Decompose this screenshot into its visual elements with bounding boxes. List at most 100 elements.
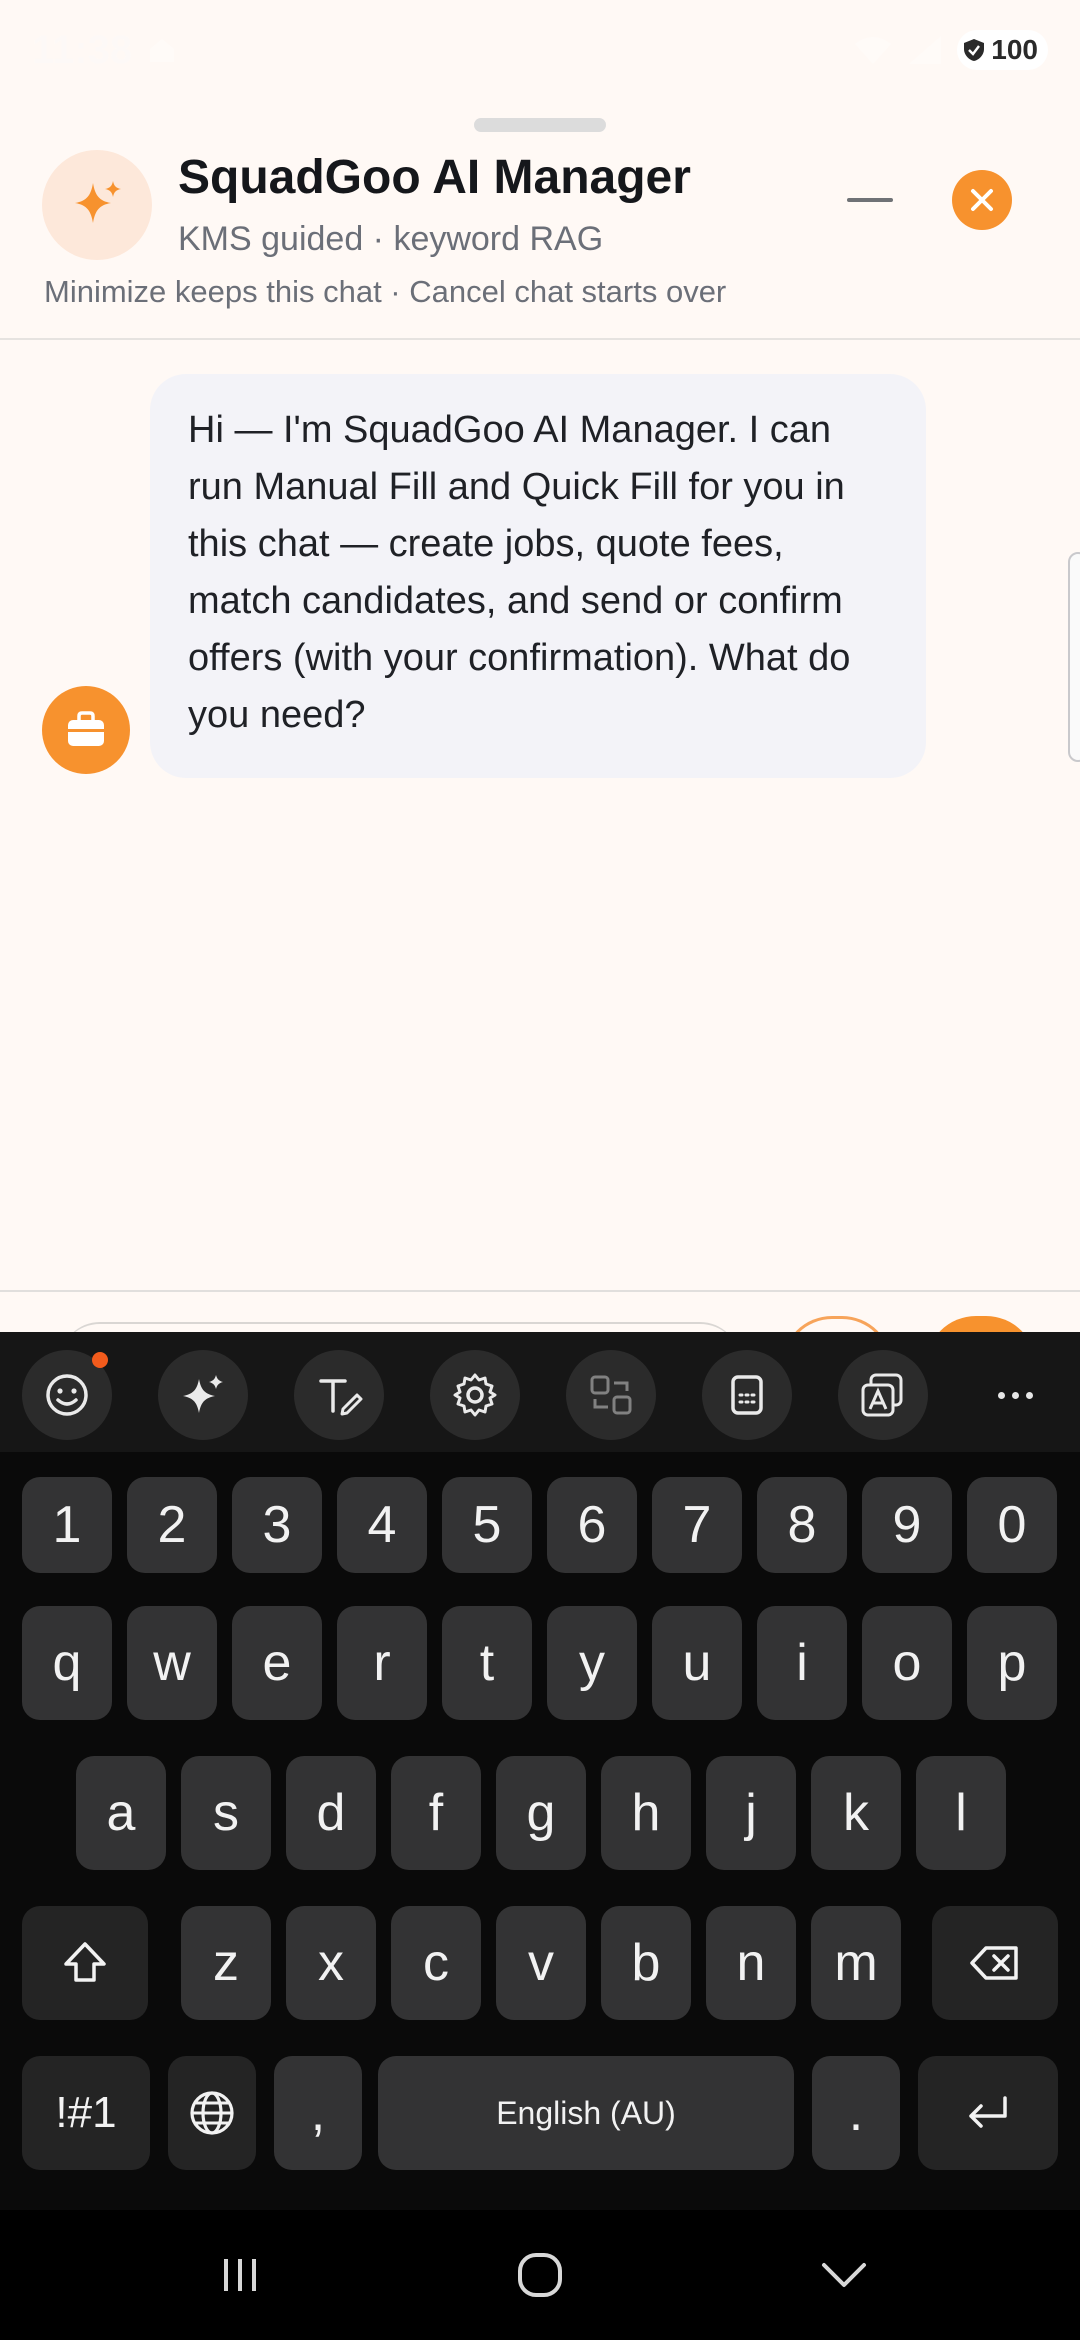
key-b[interactable]: b bbox=[601, 1906, 691, 2020]
close-icon bbox=[971, 189, 993, 211]
shift-key[interactable] bbox=[22, 1906, 148, 2020]
key-9[interactable]: 9 bbox=[862, 1477, 952, 1573]
text-recognition-icon bbox=[861, 1373, 903, 1417]
minimize-button[interactable] bbox=[840, 170, 900, 230]
key-m[interactable]: m bbox=[811, 1906, 901, 2020]
key-n[interactable]: n bbox=[706, 1906, 796, 2020]
key-g[interactable]: g bbox=[496, 1756, 586, 1870]
key-6[interactable]: 6 bbox=[547, 1477, 637, 1573]
key-r[interactable]: r bbox=[337, 1606, 427, 1720]
key-h[interactable]: h bbox=[601, 1756, 691, 1870]
back-button[interactable] bbox=[804, 2240, 884, 2310]
translate-button[interactable] bbox=[566, 1350, 656, 1440]
emoji-button[interactable] bbox=[22, 1350, 112, 1440]
enter-icon bbox=[969, 2096, 1007, 2128]
more-icon-dot bbox=[1011, 1391, 1019, 1399]
translate-icon bbox=[590, 1375, 632, 1415]
key-w[interactable]: w bbox=[127, 1606, 217, 1720]
key-f[interactable]: f bbox=[391, 1756, 481, 1870]
globe-icon bbox=[190, 2091, 234, 2135]
settings-icon bbox=[453, 1373, 497, 1417]
language-key[interactable] bbox=[168, 2056, 256, 2170]
battery-indicator: 100 bbox=[957, 30, 1048, 70]
home-button[interactable] bbox=[500, 2240, 580, 2310]
notification-dot bbox=[92, 1352, 108, 1368]
key-0[interactable]: 0 bbox=[967, 1477, 1057, 1573]
key-z[interactable]: z bbox=[181, 1906, 271, 2020]
backspace-icon bbox=[970, 1946, 1018, 1980]
header-subtitle: KMS guided · keyword RAG bbox=[178, 220, 604, 258]
key-q[interactable]: q bbox=[22, 1606, 112, 1720]
key-7[interactable]: 7 bbox=[652, 1477, 742, 1573]
key-u[interactable]: u bbox=[652, 1606, 742, 1720]
key-4[interactable]: 4 bbox=[337, 1477, 427, 1573]
status-bar: 11:38 100 bbox=[0, 0, 1080, 100]
header-hint: Minimize keeps this chat · Cancel chat s… bbox=[44, 274, 727, 309]
key-1[interactable]: 1 bbox=[22, 1477, 112, 1573]
chat-messages[interactable]: Hi — I'm SquadGoo AI Manager. I can run … bbox=[0, 342, 1080, 1292]
key-2[interactable]: 2 bbox=[127, 1477, 217, 1573]
comma-key[interactable]: , bbox=[274, 2056, 362, 2170]
shield-icon bbox=[964, 39, 985, 61]
battery-level: 100 bbox=[991, 34, 1038, 65]
more-options-button[interactable] bbox=[970, 1350, 1060, 1440]
key-i[interactable]: i bbox=[757, 1606, 847, 1720]
enter-key[interactable] bbox=[918, 2056, 1058, 2170]
key-l[interactable]: l bbox=[916, 1756, 1006, 1870]
key-y[interactable]: y bbox=[547, 1606, 637, 1720]
key-v[interactable]: v bbox=[496, 1906, 586, 2020]
space-key[interactable]: English (AU) bbox=[378, 2056, 794, 2170]
wifi-icon bbox=[855, 37, 892, 64]
system-navigation-bar bbox=[0, 2210, 1080, 2340]
keyboard-toolbar bbox=[0, 1332, 1080, 1452]
ai-tools-button[interactable] bbox=[158, 1350, 248, 1440]
text-recognition-button[interactable] bbox=[838, 1350, 928, 1440]
back-icon bbox=[822, 2263, 866, 2287]
ai-sparkle-icon bbox=[183, 1375, 223, 1413]
key-o[interactable]: o bbox=[862, 1606, 952, 1720]
symbols-key[interactable]: !#1 bbox=[22, 2056, 150, 2170]
key-k[interactable]: k bbox=[811, 1756, 901, 1870]
key-5[interactable]: 5 bbox=[442, 1477, 532, 1573]
chat-header: SquadGoo AI Manager KMS guided · keyword… bbox=[0, 140, 1080, 340]
recents-icon bbox=[224, 2259, 256, 2291]
key-j[interactable]: j bbox=[706, 1756, 796, 1870]
status-time: 11:38 bbox=[32, 27, 133, 72]
signal-icon bbox=[909, 36, 942, 64]
key-a[interactable]: a bbox=[76, 1756, 166, 1870]
emoji-icon bbox=[46, 1374, 88, 1416]
clipboard-button[interactable] bbox=[702, 1350, 792, 1440]
sheet-drag-handle[interactable] bbox=[474, 118, 606, 132]
clipboard-icon bbox=[731, 1375, 763, 1415]
key-s[interactable]: s bbox=[181, 1756, 271, 1870]
page-title: SquadGoo AI Manager bbox=[178, 151, 691, 204]
key-p[interactable]: p bbox=[967, 1606, 1057, 1720]
close-button[interactable] bbox=[952, 170, 1012, 230]
more-icon bbox=[997, 1391, 1005, 1399]
key-c[interactable]: c bbox=[391, 1906, 481, 2020]
bot-avatar bbox=[42, 686, 130, 774]
key-d[interactable]: d bbox=[286, 1756, 376, 1870]
scroll-handle[interactable] bbox=[1068, 552, 1080, 762]
sparkles-icon bbox=[75, 181, 121, 223]
assistant-avatar bbox=[42, 150, 152, 260]
key-x[interactable]: x bbox=[286, 1906, 376, 2020]
key-e[interactable]: e bbox=[232, 1606, 322, 1720]
composer-divider bbox=[0, 1290, 1080, 1292]
key-t[interactable]: t bbox=[442, 1606, 532, 1720]
backspace-key[interactable] bbox=[932, 1906, 1058, 2020]
period-key[interactable]: . bbox=[812, 2056, 900, 2170]
minimize-icon bbox=[847, 198, 893, 202]
home-status-icon bbox=[150, 39, 175, 62]
bot-message: Hi — I'm SquadGoo AI Manager. I can run … bbox=[150, 374, 926, 778]
handwriting-button[interactable] bbox=[294, 1350, 384, 1440]
briefcase-icon bbox=[68, 711, 104, 746]
keyboard-settings-button[interactable] bbox=[430, 1350, 520, 1440]
shift-icon bbox=[64, 1942, 106, 1982]
on-screen-keyboard: 1 2 3 4 5 6 7 8 9 0 q w e r t y u i o p … bbox=[0, 1332, 1080, 2340]
more-icon-dot bbox=[1025, 1391, 1033, 1399]
recents-button[interactable] bbox=[200, 2240, 280, 2310]
key-8[interactable]: 8 bbox=[757, 1477, 847, 1573]
key-3[interactable]: 3 bbox=[232, 1477, 322, 1573]
home-icon bbox=[518, 2253, 562, 2297]
